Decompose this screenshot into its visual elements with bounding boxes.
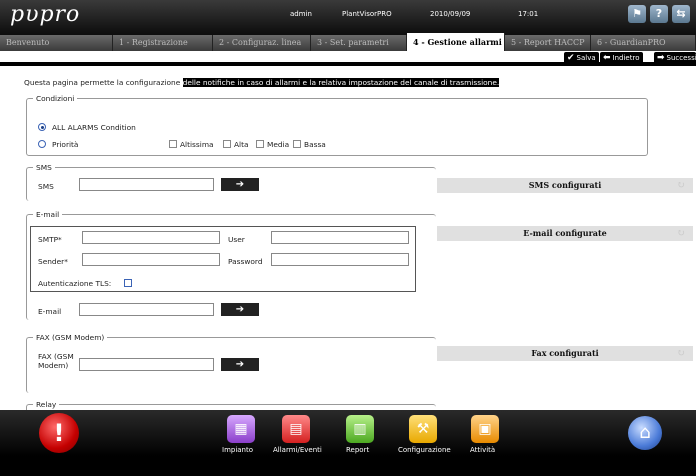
network-icon[interactable]: ⇆ xyxy=(672,5,690,23)
save-label: Salva xyxy=(576,54,596,62)
footer-label-impianto: Impianto xyxy=(222,446,254,454)
footer-label-configurazione: Configurazione xyxy=(398,446,451,454)
priority-radio[interactable] xyxy=(38,140,46,148)
activity-icon[interactable]: ▣ xyxy=(471,415,499,443)
page-description: Questa pagina permette la configurazione… xyxy=(24,78,500,87)
email-legend: E-mail xyxy=(36,210,60,219)
user-label: User xyxy=(228,235,245,244)
save-button[interactable]: ✔ Salva xyxy=(564,52,599,64)
sender-label: Sender* xyxy=(38,257,68,266)
logo: pυpro xyxy=(10,2,81,27)
tab-guardianpro[interactable]: 6 - GuardianPRO xyxy=(591,35,696,51)
sms-add-button[interactable]: ➔ xyxy=(221,178,259,191)
home-icon[interactable]: ⌂ xyxy=(628,416,662,450)
fax-configured-bar: Fax configurati ↻ xyxy=(437,346,693,361)
password-input[interactable] xyxy=(271,253,409,266)
sender-input[interactable] xyxy=(82,253,220,266)
tls-checkbox[interactable] xyxy=(124,279,132,287)
tab-set-parametri[interactable]: 3 - Set. parametri xyxy=(311,35,407,51)
fax-input[interactable] xyxy=(79,358,214,371)
fax-legend: FAX (GSM Modem) xyxy=(36,333,105,342)
back-label: Indietro xyxy=(612,54,640,62)
footer-label-attivita: Attività xyxy=(470,446,496,454)
sms-input[interactable] xyxy=(79,178,214,191)
email-add-button[interactable]: ➔ xyxy=(221,303,259,316)
priority-altissima-label: Altissima xyxy=(180,140,214,149)
fax-label: FAX (GSM Modem) xyxy=(38,352,74,370)
report-icon[interactable]: ▥ xyxy=(346,415,374,443)
all-alarms-label: ALL ALARMS Condition xyxy=(52,123,136,132)
refresh-icon[interactable]: ↻ xyxy=(677,226,685,241)
sms-legend: SMS xyxy=(36,163,52,172)
plant-icon[interactable]: ▦ xyxy=(227,415,255,443)
sms-configured-title: SMS configurati xyxy=(528,180,602,190)
fax-configured-title: Fax configurati xyxy=(531,348,599,358)
arrow-left-icon: ⬅ xyxy=(603,53,611,63)
priority-bassa-checkbox[interactable] xyxy=(293,140,301,148)
priority-media-label: Media xyxy=(267,140,290,149)
smtp-label: SMTP* xyxy=(38,235,62,244)
relay-legend: Relay xyxy=(36,400,57,409)
password-label: Password xyxy=(228,257,263,266)
email-input[interactable] xyxy=(79,303,214,316)
footer-label-report: Report xyxy=(346,446,370,454)
product-name: PlantVisorPRO xyxy=(342,10,392,18)
email-label: E-mail xyxy=(38,307,62,316)
footer: ▦ Impianto ▤ Allarmi/Eventi ▥ Report ⚒ C… xyxy=(0,410,696,476)
arrow-right-icon: ➔ xyxy=(235,304,245,315)
date: 2010/09/09 xyxy=(430,10,471,18)
wrench-icon[interactable]: ⚒ xyxy=(409,415,437,443)
email-configured-title: E-mail configurate xyxy=(523,228,607,238)
tab-benvenuto[interactable]: Benvenuto xyxy=(0,35,113,51)
tls-label: Autenticazione TLS: xyxy=(38,279,112,288)
next-label: Successivo xyxy=(666,54,696,62)
priority-alta-checkbox[interactable] xyxy=(223,140,231,148)
description-highlight: delle notifiche in caso di allarmi e la … xyxy=(182,78,500,87)
description-text: Questa pagina permette la configurazione xyxy=(24,78,183,87)
footer-label-allarmi: Allarmi/Eventi xyxy=(273,446,322,454)
alarms-events-icon[interactable]: ▤ xyxy=(282,415,310,443)
fax-add-button[interactable]: ➔ xyxy=(221,358,259,371)
priority-alta-label: Alta xyxy=(234,140,249,149)
conditions-legend: Condizioni xyxy=(36,94,75,103)
arrow-right-icon: ➔ xyxy=(235,179,245,190)
app-window: pυpro admin PlantVisorPRO 2010/09/09 17:… xyxy=(0,0,696,476)
sms-label: SMS xyxy=(38,182,54,191)
next-button[interactable]: ➡Successivo xyxy=(654,52,696,64)
refresh-icon[interactable]: ↻ xyxy=(677,346,685,361)
tab-bar: Benvenuto 1 - Registrazione 2 - Configur… xyxy=(0,33,696,51)
tab-gestione-allarmi[interactable]: 4 - Gestione allarmi xyxy=(407,33,505,51)
tab-report-haccp[interactable]: 5 - Report HACCP xyxy=(505,35,591,51)
alarm-icon[interactable]: ! xyxy=(39,413,79,453)
arrow-right-icon: ➔ xyxy=(235,359,245,370)
time: 17:01 xyxy=(518,10,539,18)
tab-registrazione[interactable]: 1 - Registrazione xyxy=(113,35,213,51)
refresh-icon[interactable]: ↻ xyxy=(677,178,685,193)
all-alarms-radio[interactable] xyxy=(38,123,46,131)
username: admin xyxy=(290,10,312,18)
arrow-right-icon: ➡ xyxy=(657,53,665,63)
email-configured-bar: E-mail configurate ↻ xyxy=(437,226,693,241)
nav-strip: ✔Salva ⬅Indietro ➡Successivo xyxy=(0,51,696,66)
priority-media-checkbox[interactable] xyxy=(256,140,264,148)
priority-label: Priorità xyxy=(52,140,79,149)
user-input[interactable] xyxy=(271,231,409,244)
back-button[interactable]: ⬅ Indietro xyxy=(600,52,643,64)
smtp-input[interactable] xyxy=(82,231,220,244)
tab-configurazione-linea[interactable]: 2 - Configuraz. linea xyxy=(213,35,311,51)
priority-altissima-checkbox[interactable] xyxy=(169,140,177,148)
sms-configured-bar: SMS configurati ↻ xyxy=(437,178,693,193)
status-icon[interactable]: ⚑ xyxy=(628,5,646,23)
help-icon[interactable]: ? xyxy=(650,5,668,23)
header: pυpro admin PlantVisorPRO 2010/09/09 17:… xyxy=(0,0,696,52)
priority-bassa-label: Bassa xyxy=(304,140,326,149)
checkmark-icon: ✔ xyxy=(567,53,575,63)
